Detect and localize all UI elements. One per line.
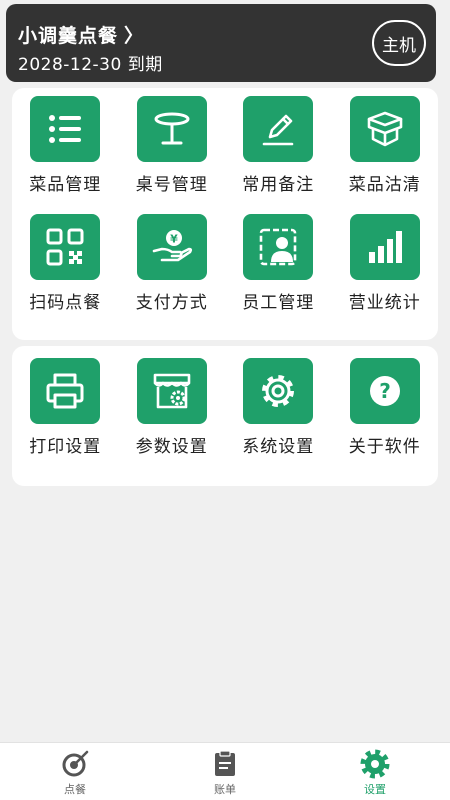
system-settings-tile[interactable]: 系统设置 [225,358,332,478]
gear-icon [243,358,314,424]
printer-icon [30,358,101,424]
tile-label: 打印设置 [29,437,102,457]
common-notes-tile[interactable]: 常用备注 [225,96,332,214]
settings-card: 打印设置 参数设置 系统设置 ? 关于软件 [12,346,438,486]
business-stats-tile[interactable]: 营业统计 [332,214,439,332]
print-settings-tile[interactable]: 打印设置 [12,358,119,478]
tile-label: 营业统计 [348,293,421,313]
svg-text:¥: ¥ [170,233,178,246]
nav-bill[interactable]: 账单 [150,743,300,800]
payment-method-tile[interactable]: ¥ 支付方式 [119,214,226,332]
settings-icon [360,749,390,779]
nav-label: 点餐 [64,783,86,796]
tile-label: 菜品沽清 [348,175,421,195]
tile-label: 桌号管理 [135,175,208,195]
tile-label: 员工管理 [242,293,315,313]
settings-screen: 小调羹点餐 〉 2028-12-30 到期 主机 菜品管理 桌号管理 常用备注 … [0,0,450,800]
dish-management-tile[interactable]: 菜品管理 [12,96,119,214]
management-card: 菜品管理 桌号管理 常用备注 菜品沽清 扫码点餐 ¥ 支付方式 员工管理 营业统… [12,88,438,340]
sold-out-tile[interactable]: 菜品沽清 [332,96,439,214]
parameter-settings-tile[interactable]: 参数设置 [119,358,226,478]
tile-label: 支付方式 [135,293,208,313]
box-icon [349,96,420,162]
qrcode-icon [30,214,101,280]
header-bar: 小调羹点餐 〉 2028-12-30 到期 主机 [6,4,436,82]
tile-label: 扫码点餐 [29,293,102,313]
host-role-button[interactable]: 主机 [372,20,426,66]
shop-gear-icon [136,358,207,424]
tile-label: 常用备注 [242,175,315,195]
shop-name: 小调羹点餐 [18,25,119,47]
table-icon [136,96,207,162]
nav-order[interactable]: 点餐 [0,743,150,800]
about-software-tile[interactable]: ? 关于软件 [332,358,439,478]
help-icon: ? [349,358,420,424]
nav-label: 设置 [364,783,386,796]
employee-icon [243,214,314,280]
tile-label: 系统设置 [242,437,315,457]
tile-label: 关于软件 [348,437,421,457]
bar-chart-icon [349,214,420,280]
order-icon [62,750,89,777]
nav-label: 账单 [214,783,236,796]
staff-management-tile[interactable]: 员工管理 [225,214,332,332]
svg-text:?: ? [379,379,391,403]
tile-label: 菜品管理 [29,175,102,195]
payment-hand-icon: ¥ [136,214,207,280]
expiry-date: 2028-12-30 到期 [18,55,163,75]
nav-settings[interactable]: 设置 [300,743,450,800]
table-management-tile[interactable]: 桌号管理 [119,96,226,214]
scan-order-tile[interactable]: 扫码点餐 [12,214,119,332]
bill-icon [215,750,235,776]
chevron-right-icon: 〉 [124,25,145,47]
bottom-nav: 点餐 账单 设置 [0,742,450,800]
shop-name-link[interactable]: 小调羹点餐 〉 [18,21,144,48]
list-icon [30,96,101,162]
pencil-icon [243,96,314,162]
tile-label: 参数设置 [135,437,208,457]
